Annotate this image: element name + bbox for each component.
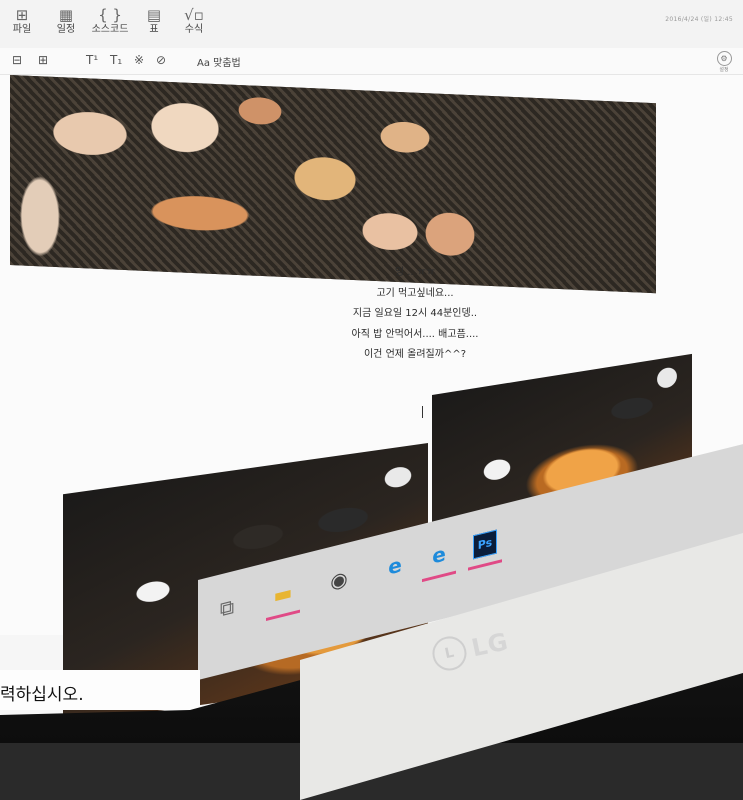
input-prompt-text: 력하십시오. — [0, 685, 84, 705]
active-indicator — [468, 559, 502, 571]
text-cursor — [422, 406, 423, 418]
folder-icon: ▬ — [273, 579, 293, 609]
file-explorer-button[interactable]: ▬ — [264, 572, 302, 622]
caption-line: 잉 .. ㅠㅠ — [394, 267, 436, 278]
internet-explorer-button[interactable]: e — [376, 544, 414, 591]
caption-line: 고기 먹고싶네요... — [376, 287, 454, 299]
settings-label: 설정 — [719, 67, 729, 73]
special-char-icon[interactable]: ※ — [134, 53, 144, 67]
sqrt-icon: √▫ — [184, 6, 204, 24]
spellcheck-icon: Aa — [197, 58, 210, 69]
app-icon: ◉ — [330, 565, 348, 595]
grilled-meat-photo[interactable] — [10, 75, 656, 294]
editor-toolbar: ⊞ 파일 ▦ 일정 { } 소스코드 ▤ 표 √▫ 수식 2016/4/24 (… — [0, 0, 743, 49]
table-button-label: 표 — [149, 24, 159, 35]
schedule-button-label: 일정 — [56, 24, 76, 35]
caption-line: 아직 밥 안먹어서.... 배고픔.... — [351, 328, 479, 340]
plus-box-icon: ⊞ — [15, 6, 29, 24]
calendar-icon: ▦ — [58, 6, 74, 24]
caption-line: 지금 일요일 12시 44분인뎅.. — [352, 308, 478, 319]
task-view-icon: ⧉ — [219, 593, 235, 622]
align-center-icon[interactable]: ⊞ — [38, 53, 48, 67]
gear-icon: ⚙ — [716, 51, 732, 66]
spellcheck-label: 맞춤법 — [213, 58, 241, 69]
file-button-label: 파일 — [12, 24, 32, 35]
file-button[interactable]: ⊞ 파일 — [0, 6, 44, 36]
formula-button[interactable]: √▫ 수식 — [172, 6, 216, 36]
toolbar-info-text: 2016/4/24 (일) 12:45 — [665, 16, 733, 23]
internet-explorer-icon: e — [432, 541, 446, 569]
align-left-icon[interactable]: ⊟ — [12, 53, 22, 67]
photoshop-icon: Ps — [473, 529, 497, 560]
post-caption: 잉 .. ㅠㅠ 고기 먹고싶네요... 지금 일요일 12시 44분인뎅.. 아… — [300, 263, 530, 366]
task-view-button[interactable]: ⧉ — [208, 586, 246, 633]
photoshop-button[interactable]: Ps — [466, 522, 504, 571]
table-button[interactable]: ▤ 표 — [132, 6, 176, 36]
internet-explorer-button-2[interactable]: e — [420, 533, 458, 583]
lg-circle-icon: L — [429, 633, 470, 674]
formula-button-label: 수식 — [184, 24, 204, 35]
link-icon[interactable]: ⊘ — [156, 53, 166, 67]
source-code-button[interactable]: { } 소스코드 — [88, 6, 132, 36]
code-braces-icon: { } — [98, 6, 122, 24]
app-button[interactable]: ◉ — [320, 558, 358, 605]
lg-logo-text: LG — [469, 627, 512, 663]
superscript-button[interactable]: T¹ — [86, 53, 98, 67]
settings-button[interactable]: ⚙ 설정 — [713, 51, 735, 73]
input-prompt[interactable]: 력하십시오. — [0, 670, 200, 710]
source-code-button-label: 소스코드 — [91, 24, 129, 35]
subscript-button[interactable]: T₁ — [110, 53, 122, 67]
spellcheck-button[interactable]: Aa 맞춤법 — [197, 54, 241, 69]
caption-line: 이건 언제 올려질까^^? — [363, 349, 467, 360]
table-icon: ▤ — [146, 6, 162, 24]
format-bar: ⊟ ⊞ T¹ T₁ ※ ⊘ Aa 맞춤법 ⚙ 설정 — [0, 48, 743, 75]
schedule-button[interactable]: ▦ 일정 — [44, 6, 88, 36]
internet-explorer-icon: e — [388, 552, 402, 580]
